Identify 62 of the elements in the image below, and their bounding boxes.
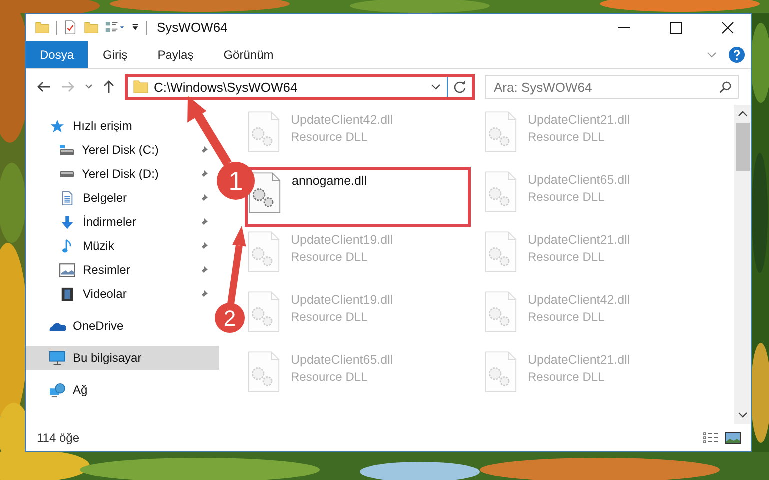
file-type: Resource DLL [528,250,605,264]
file-type: Resource DLL [528,130,605,144]
expand-ribbon-icon[interactable] [707,52,717,58]
drive-icon [59,144,75,156]
star-icon [49,118,66,134]
ribbon-tab[interactable]: Giriş [88,41,143,68]
sidebar-item[interactable]: OneDrive [73,319,124,333]
sidebar-item[interactable]: İndirmeler [83,215,136,229]
computer-icon [49,350,66,366]
network-icon [49,382,66,398]
ribbon-tab[interactable]: Görünüm [208,41,289,68]
refresh-icon[interactable] [453,80,467,94]
details-view-icon[interactable] [703,432,719,444]
search-field[interactable]: Ara: SysWOW64 [485,75,739,99]
dropdown-icon[interactable] [431,84,441,90]
file-type: Resource DLL [528,190,605,204]
sidebar-item[interactable]: Bu bilgisayar [26,346,219,370]
scroll-down-icon[interactable] [738,412,748,418]
drive-icon [59,170,75,178]
file-type: Resource DLL [291,130,368,144]
dropdown-icon[interactable] [131,23,140,32]
sidebar-item[interactable]: Yerel Disk (C:) [82,143,159,157]
file-name[interactable]: annogame.dll [292,174,368,188]
sidebar-item[interactable]: Resimler [83,263,130,277]
customize-icon[interactable] [105,20,125,35]
sidebar-item[interactable]: Videolar [83,287,127,301]
folder-icon [133,80,149,94]
scroll-up-icon[interactable] [738,111,748,117]
file-type: Resource DLL [291,370,368,384]
file-type: Resource DLL [528,310,605,324]
numbered-arrow-callout: 2 [215,226,246,333]
back-icon[interactable] [37,81,51,93]
help-icon[interactable] [729,46,745,62]
pictures-icon [59,262,76,278]
scrollbar[interactable] [734,105,751,424]
file-type: Resource DLL [291,250,368,264]
ribbon-tab[interactable]: Dosya [26,41,88,68]
large-icons-view-icon[interactable] [725,432,741,444]
sidebar-item[interactable]: Ağ [73,383,88,397]
scrollbar-thumb[interactable] [736,123,750,171]
gear-file-icon[interactable] [248,172,282,214]
address-field[interactable]: C:\Windows\SysWOW64 [125,74,475,100]
item-count: 114 öğe [37,430,80,444]
maximize-icon [670,22,682,34]
up-icon[interactable] [103,80,115,94]
numbered-arrow-callout: 1 [188,96,255,200]
ribbon-tab[interactable]: Paylaş [142,41,209,68]
close-icon [722,22,734,34]
sidebar-item[interactable]: Müzik [83,239,114,253]
file-type: Resource DLL [291,310,368,324]
download-icon [59,214,76,230]
minimize-icon [618,26,630,28]
address-path: C:\Windows\SysWOW64 [154,80,299,94]
sidebar-item[interactable]: Yerel Disk (D:) [82,167,159,181]
window-title: SysWOW64 [157,20,228,35]
film-icon [59,286,76,302]
properties-icon[interactable] [63,20,78,35]
sidebar-item[interactable]: Hızlı erişim [73,119,132,133]
recent-locations-icon[interactable] [85,84,93,90]
file-type: Resource DLL [528,370,605,384]
sidebar-item[interactable]: Belgeler [83,191,128,205]
search-icon [719,81,732,94]
